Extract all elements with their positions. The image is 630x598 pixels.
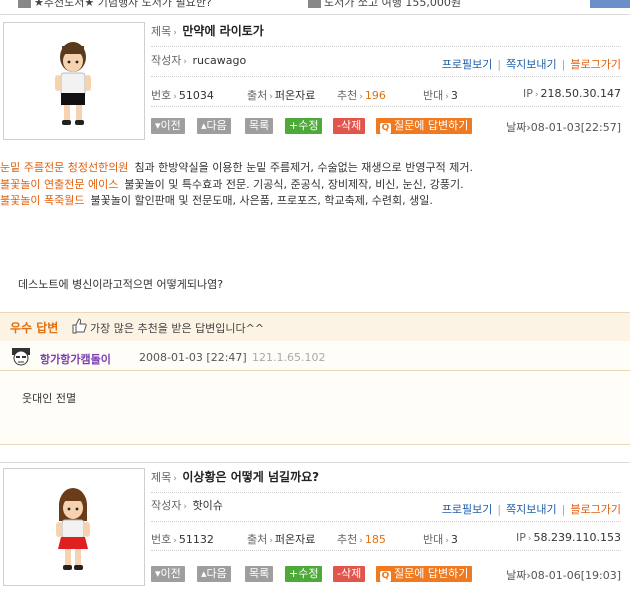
user-face-icon [12, 348, 30, 366]
blog-link[interactable]: 블로그가기 [570, 58, 621, 71]
title-row: 제목 › 만약에 라이토가 [151, 22, 621, 47]
opp-label: 반대 [423, 533, 444, 546]
prev-button[interactable]: ▾이전 [151, 118, 185, 134]
ad-desc: 침과 한방약실을 이용한 눈밑 주름제거, 수술없는 재생으로 반영구적 제거. [134, 161, 474, 174]
ad-name[interactable]: 불꽃놀이 연출전문 에이스 [0, 178, 118, 191]
ad-line[interactable]: 불꽃놀이 폭죽월드 불꽃놀이 할인판매 및 전문도매, 사은품, 프로포즈, 학교… [0, 192, 433, 208]
action-bar: ▾이전 ▴다음 목록 +수정 -삭제 Q 질문에 답변하기 날짜›08-01-06… [151, 566, 621, 586]
prev-button[interactable]: ▾이전 [151, 566, 185, 582]
author-label: 작성자 [151, 54, 182, 67]
answer-ip: 121.1.65.102 [252, 351, 326, 364]
answer-button[interactable]: Q 질문에 답변하기 [376, 566, 473, 582]
source-label: 출처 [247, 89, 268, 102]
answer-icon: Q [380, 123, 391, 134]
opp-label: 반대 [423, 89, 444, 102]
ad-name[interactable]: 눈밑 주름전문 청정선한의원 [0, 161, 128, 174]
list-button[interactable]: 목록 [245, 118, 274, 134]
top-corner-tab [590, 0, 630, 8]
post-date: 날짜›08-01-06[19:03] [506, 569, 621, 582]
blog-link[interactable]: 블로그가기 [570, 503, 621, 516]
ad-line[interactable]: 불꽃놀이 연출전문 에이스 불꽃놀이 및 특수효과 전문. 기공식, 준공식, 장… [0, 176, 464, 192]
avatar[interactable] [3, 22, 145, 140]
rec-label: 추천 [337, 533, 358, 546]
rec-label: 추천 [337, 89, 358, 102]
divider [0, 14, 630, 15]
source-label: 출처 [247, 533, 268, 546]
meta-row: 번호 › 51132 출처 › 퍼온자료 추천 › 185 반대 › 3 IP › 58.239.1… [151, 526, 621, 551]
next-button[interactable]: ▴다음 [197, 566, 231, 582]
ad-name[interactable]: 불꽃놀이 폭죽월드 [0, 194, 84, 207]
top-banner-left[interactable]: ★추천도서★ 기념행사 도서가 필요한? [18, 0, 212, 8]
title-row: 제목 › 이상황은 어떻게 넘길까요? [151, 468, 621, 493]
list-button[interactable]: 목록 [245, 566, 274, 582]
answer-box: 항가항가캠돌이 2008-01-03 [22:47] 121.1.65.102 … [0, 341, 630, 445]
next-button[interactable]: ▴다음 [197, 118, 231, 134]
oppose-count: 3 [450, 533, 458, 546]
post-ip: 218.50.30.147 [540, 87, 621, 100]
post-title: 이상황은 어떻게 넘길까요? [182, 470, 320, 484]
ip-label: IP [516, 531, 526, 544]
divider [0, 370, 630, 371]
recommend-count: 196 [364, 89, 386, 102]
best-answer-label: 우수 답변 [10, 321, 59, 335]
divider [0, 462, 630, 463]
delete-button[interactable]: -삭제 [333, 118, 366, 134]
profile-link[interactable]: 프로필보기 [442, 58, 493, 71]
post-ip: 58.239.110.153 [533, 531, 621, 544]
meta-row: 번호 › 51034 출처 › 퍼온자료 추천 › 196 반대 › 3 IP › 218.50.3… [151, 82, 621, 107]
author-name[interactable]: 핫이슈 [192, 499, 222, 512]
thumbs-up-icon [72, 318, 87, 334]
post-source: 퍼온자료 [274, 89, 316, 102]
author-label: 작성자 [151, 499, 182, 512]
author-links: 프로필보기 | 쪽지보내기 | 블로그가기 [441, 58, 621, 71]
message-link[interactable]: 쪽지보내기 [506, 503, 557, 516]
post-number: 51132 [178, 533, 214, 546]
action-bar: ▾이전 ▴다음 목록 +수정 -삭제 Q 질문에 답변하기 날짜›08-01-03… [151, 118, 621, 138]
author-links: 프로필보기 | 쪽지보내기 | 블로그가기 [441, 503, 621, 516]
delete-button[interactable]: -삭제 [333, 566, 366, 582]
recommend-count: 185 [364, 533, 386, 546]
num-label: 번호 [151, 533, 172, 546]
post-title: 만약에 라이토가 [182, 24, 264, 38]
ip-label: IP [523, 87, 533, 100]
best-answer-bar: 우수 답변 가장 많은 추천을 받은 답변입니다^^ [0, 312, 630, 342]
edit-button[interactable]: +수정 [285, 118, 323, 134]
title-label: 제목 [151, 25, 172, 38]
message-link[interactable]: 쪽지보내기 [506, 58, 557, 71]
title-label: 제목 [151, 471, 172, 484]
post-number: 51034 [178, 89, 214, 102]
author-row: 작성자 › rucawago 프로필보기 | 쪽지보내기 | 블로그가기 [151, 52, 621, 77]
post-date: 날짜›08-01-03[22:57] [506, 121, 621, 134]
profile-link[interactable]: 프로필보기 [442, 503, 493, 516]
top-banner-right[interactable]: 도서가 쏘고 여행 155,000원 [308, 0, 461, 8]
num-label: 번호 [151, 89, 172, 102]
oppose-count: 3 [450, 89, 458, 102]
post-source: 퍼온자료 [274, 533, 316, 546]
answer-icon: Q [380, 571, 391, 582]
avatar[interactable] [3, 468, 145, 586]
ad-desc: 불꽃놀이 할인판매 및 전문도매, 사은품, 프로포즈, 학교축제, 수련회, … [90, 194, 433, 207]
answer-text: 웃대인 전멸 [22, 392, 77, 405]
ad-line[interactable]: 눈밑 주름전문 청정선한의원 침과 한방약실을 이용한 눈밑 주름제거, 수술없는… [0, 159, 473, 175]
answer-button[interactable]: Q 질문에 답변하기 [376, 118, 473, 134]
answer-date: 2008-01-03 [22:47] [139, 351, 247, 364]
answer-author[interactable]: 항가항가캠돌이 [40, 351, 111, 367]
question-body: 데스노트에 병신이라고적으면 어떻게되나염? [18, 278, 224, 291]
best-answer-desc: 가장 많은 추천을 받은 답변입니다^^ [90, 322, 265, 335]
avatar-girl-icon [56, 488, 90, 570]
top-banner-strip: ★추천도서★ 기념행사 도서가 필요한? 도서가 쏘고 여행 155,000원 [0, 0, 630, 8]
author-row: 작성자 › 핫이슈 프로필보기 | 쪽지보내기 | 블로그가기 [151, 497, 621, 522]
edit-button[interactable]: +수정 [285, 566, 323, 582]
author-name[interactable]: rucawago [192, 54, 246, 67]
avatar-boy-icon [55, 42, 91, 125]
ad-desc: 불꽃놀이 및 특수효과 전문. 기공식, 준공식, 장비제작, 비신, 눈신, … [124, 178, 464, 191]
